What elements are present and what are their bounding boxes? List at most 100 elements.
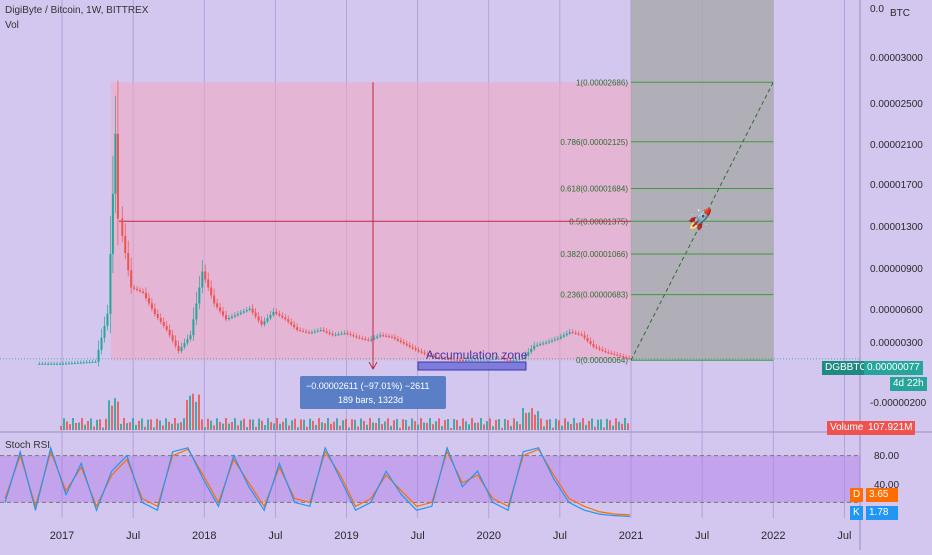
price-candle [195,303,198,320]
volume-bar [381,424,383,430]
volume-bar [225,418,227,430]
volume-bar [207,418,209,430]
price-candle [296,327,299,330]
volume-bar [105,418,107,430]
last-price-symbol: DGBBTC [822,361,870,375]
price-candle [319,329,322,331]
price-tick-5: 0.00001300 [870,222,923,233]
price-candle [242,311,245,313]
volume-bar [474,422,476,430]
price-candle [305,331,308,333]
volume-bar [69,424,71,430]
volume-bar [366,424,368,430]
price-candle [592,343,595,347]
price-candle [263,321,266,325]
volume-bar [555,418,557,430]
volume-bar [126,423,128,430]
price-candle [358,337,361,339]
price-candle [156,314,159,318]
countdown: 4d 22h [890,377,927,391]
volume-bar [402,419,404,430]
volume-bar [369,418,371,430]
price-candle [405,343,408,346]
last-price-value: 0.00000077 [864,361,923,375]
volume-bar [522,408,524,430]
price-candle [260,320,263,325]
volume-bar [177,423,179,430]
volume-bar [489,418,491,430]
volume-bar [330,423,332,430]
price-candle [299,329,302,331]
price-candle [153,308,156,314]
volume-bar [312,420,314,430]
fib-label-1: 0.786(0.00002125) [560,138,628,147]
volume-bar [114,398,116,430]
price-candle [328,332,331,334]
price-candle [201,271,204,288]
volume-bar [288,425,290,430]
price-candle [198,287,201,304]
volume-bar [516,421,518,430]
price-candle [94,361,97,363]
price-candle [373,337,376,340]
volume-bar [300,419,302,430]
fib-label-2: 0.618(0.00001684) [560,184,628,193]
volume-bar [195,401,197,430]
price-tick-9: -0.00000200 [870,398,927,409]
volume-bar [66,421,68,430]
price-candle [159,317,162,322]
volume-bar [546,419,548,430]
price-candle [559,336,562,339]
volume-bar [573,418,575,430]
volume-bar [537,411,539,430]
price-candle [382,335,385,337]
price-candle [88,362,91,364]
fib-label-6: 0(0.00000064) [576,356,628,365]
volume-bar [84,424,86,430]
price-candle [364,338,367,340]
price-candle [53,363,56,365]
price-candle [50,363,53,365]
volume-bar [558,420,560,430]
volume-bar [267,418,269,430]
volume-bar [627,423,629,430]
price-candle [556,338,559,340]
volume-bar [111,405,113,430]
volume-bar [156,418,158,430]
price-candle [414,348,417,351]
volume-bar [294,418,296,430]
price-candle [269,315,272,319]
volume-bar [183,418,185,430]
price-candle [568,332,571,334]
time-tick-3: Jul [268,530,282,542]
volume-bar [237,425,239,430]
price-candle [239,312,242,314]
price-candle [44,363,47,365]
time-tick-9: Jul [695,530,709,542]
volume-bar [579,422,581,430]
price-candle [186,339,189,344]
stoch-k-value: 1.78 [866,506,898,520]
volume-bar [414,421,416,430]
chart-canvas[interactable]: 1(0.00002686) 0.786(0.00002125) 0.618(0.00… [0,0,932,550]
volume-bar [213,425,215,430]
price-candle [180,347,183,352]
volume-bar [501,427,503,430]
chart-stage[interactable]: 1(0.00002686) 0.786(0.00002125) 0.618(0.00… [0,0,932,550]
price-candle [313,331,316,333]
volume-bar [348,427,350,430]
volume-bar [249,419,251,430]
price-candle [56,363,59,365]
price-candle [625,357,628,359]
volume-bar [588,420,590,430]
volume-bar [567,421,569,430]
volume-bar [528,412,530,430]
volume-bar [585,424,587,430]
volume-bar [123,418,125,430]
price-candle [106,314,109,326]
volume-bar [456,420,458,430]
volume-bar [363,420,365,430]
volume-bar [273,423,275,430]
price-candle [192,319,195,336]
volume-bar [63,418,65,430]
